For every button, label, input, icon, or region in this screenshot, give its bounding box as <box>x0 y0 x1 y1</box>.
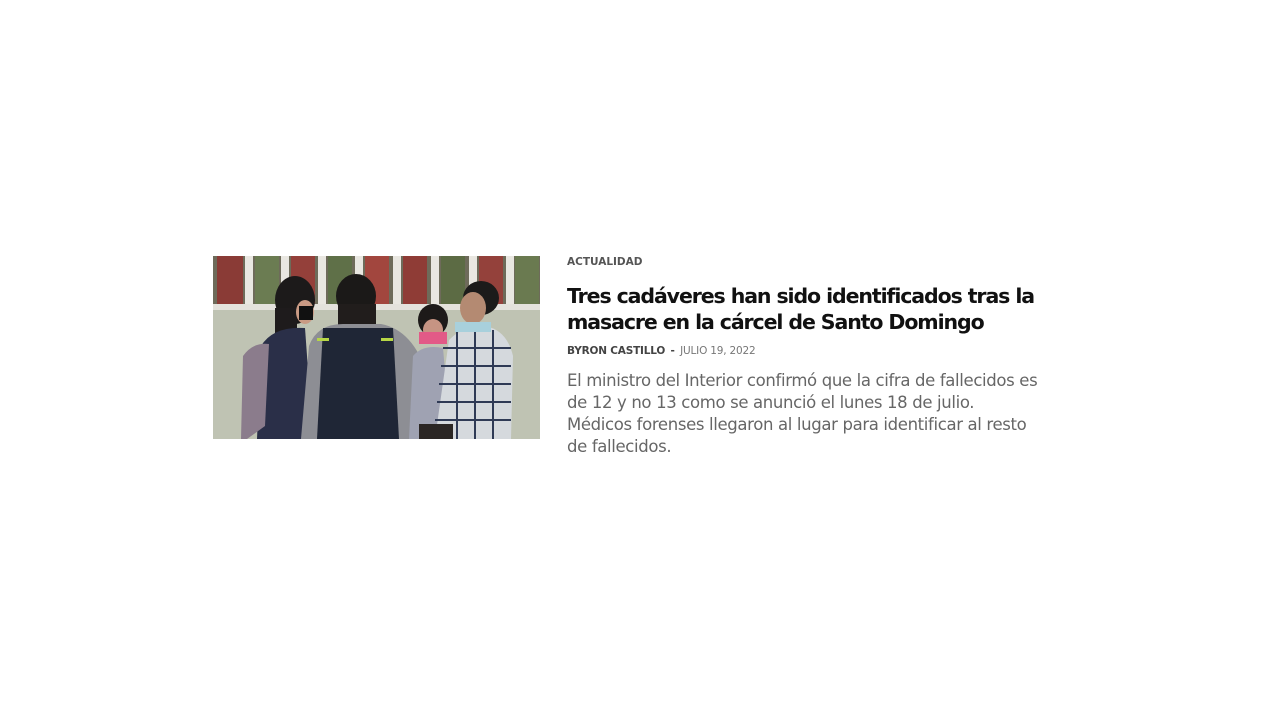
meta-separator: - <box>670 345 675 357</box>
article-thumbnail[interactable] <box>213 256 540 439</box>
article-excerpt: El ministro del Interior confirmó que la… <box>567 371 1038 456</box>
article-meta: BYRON CASTILLO - JULIO 19, 2022 <box>567 344 1043 358</box>
category-link[interactable]: ACTUALIDAD <box>567 256 1043 268</box>
article-title[interactable]: Tres cadáveres han sido identificados tr… <box>567 283 1043 335</box>
publish-date: JULIO 19, 2022 <box>680 345 756 357</box>
article-card: ACTUALIDAD Tres cadáveres han sido ident… <box>213 256 1043 466</box>
author-link[interactable]: BYRON CASTILLO <box>567 345 665 357</box>
article-text-column: ACTUALIDAD Tres cadáveres han sido ident… <box>567 256 1043 458</box>
news-photo-icon <box>213 256 540 439</box>
